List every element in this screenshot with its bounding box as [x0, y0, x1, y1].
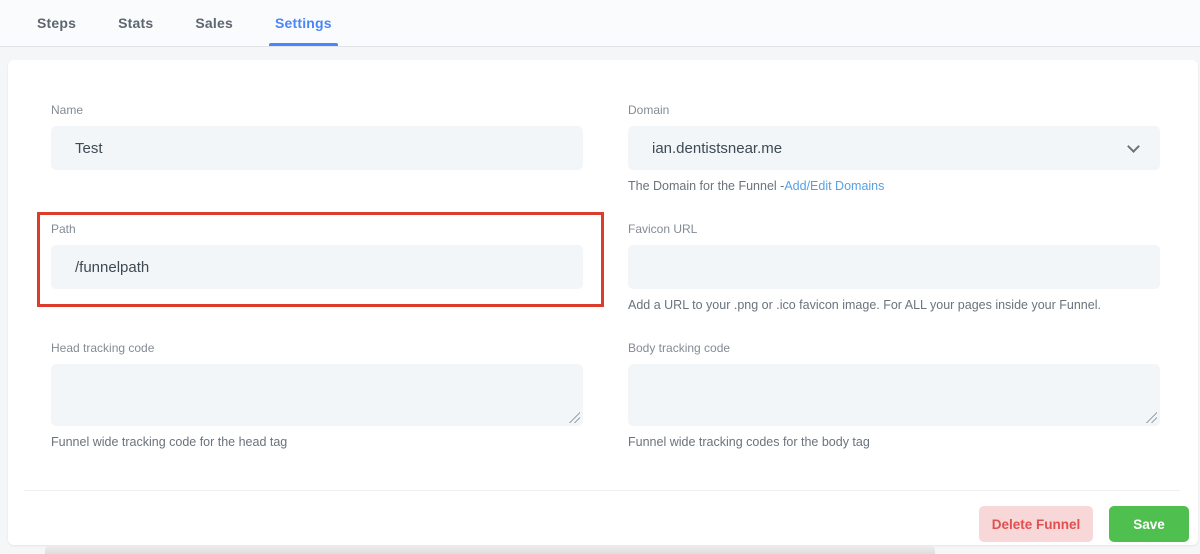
add-edit-domains-link[interactable]: Add/Edit Domains — [784, 179, 884, 193]
tab-bar: Steps Stats Sales Settings — [0, 0, 1200, 47]
path-input[interactable] — [51, 245, 583, 289]
body-tracking-helper: Funnel wide tracking codes for the body … — [628, 435, 870, 449]
domain-label: Domain — [628, 103, 670, 117]
body-tracking-label: Body tracking code — [628, 341, 731, 355]
funnel-settings-card: Name Domain ian.dentistsnear.me The Doma… — [8, 60, 1198, 545]
favicon-url-label: Favicon URL — [628, 222, 698, 236]
domain-helper-text: The Domain for the Funnel - — [628, 179, 785, 193]
name-input[interactable] — [51, 126, 583, 170]
tab-steps[interactable]: Steps — [33, 0, 80, 46]
save-button[interactable]: Save — [1109, 506, 1189, 542]
favicon-helper: Add a URL to your .png or .ico favicon i… — [628, 298, 1101, 312]
tab-sales[interactable]: Sales — [191, 0, 237, 46]
tab-settings[interactable]: Settings — [268, 0, 338, 46]
head-tracking-textarea[interactable] — [51, 364, 583, 426]
body-tracking-textarea[interactable] — [628, 364, 1160, 426]
domain-select[interactable]: ian.dentistsnear.me — [628, 126, 1160, 170]
name-label: Name — [51, 103, 84, 117]
head-tracking-label: Head tracking code — [51, 341, 155, 355]
tab-stats[interactable]: Stats — [114, 0, 157, 46]
domain-selected-value: ian.dentistsnear.me — [652, 139, 783, 157]
path-label: Path — [51, 222, 76, 236]
delete-funnel-button[interactable]: Delete Funnel — [979, 506, 1093, 542]
chevron-down-icon — [1127, 140, 1140, 153]
footer-divider — [24, 490, 1180, 491]
bottom-strip — [45, 546, 935, 554]
head-tracking-helper: Funnel wide tracking code for the head t… — [51, 435, 288, 449]
domain-helper: The Domain for the Funnel -Add/Edit Doma… — [628, 179, 884, 193]
favicon-url-input[interactable] — [628, 245, 1160, 289]
